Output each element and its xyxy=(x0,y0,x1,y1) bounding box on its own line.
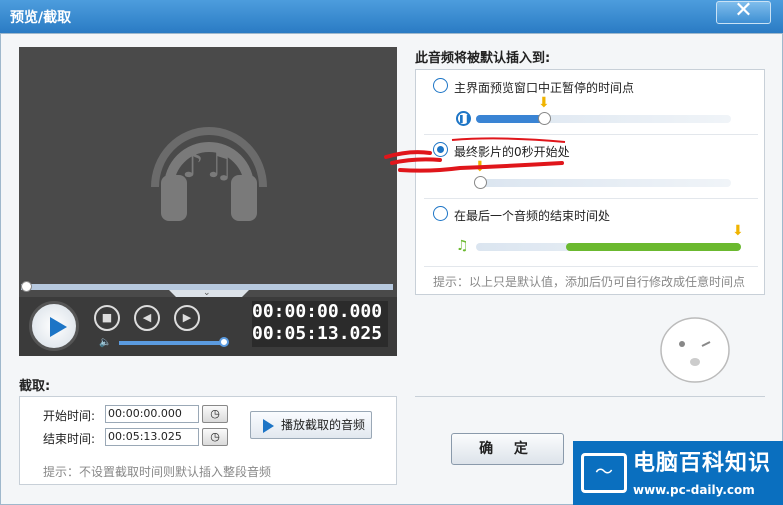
watermark-logo: 〜 电脑百科知识 www.pc-daily.com xyxy=(573,441,783,505)
watermark-url: www.pc-daily.com xyxy=(633,483,755,497)
mascot-illustration xyxy=(660,317,730,383)
monitor-icon: 〜 xyxy=(581,453,627,493)
divider-line xyxy=(415,396,765,397)
red-annotation-scribble xyxy=(384,137,566,173)
ok-button[interactable]: 确 定 xyxy=(451,433,564,465)
watermark-title: 电脑百科知识 xyxy=(633,451,772,476)
